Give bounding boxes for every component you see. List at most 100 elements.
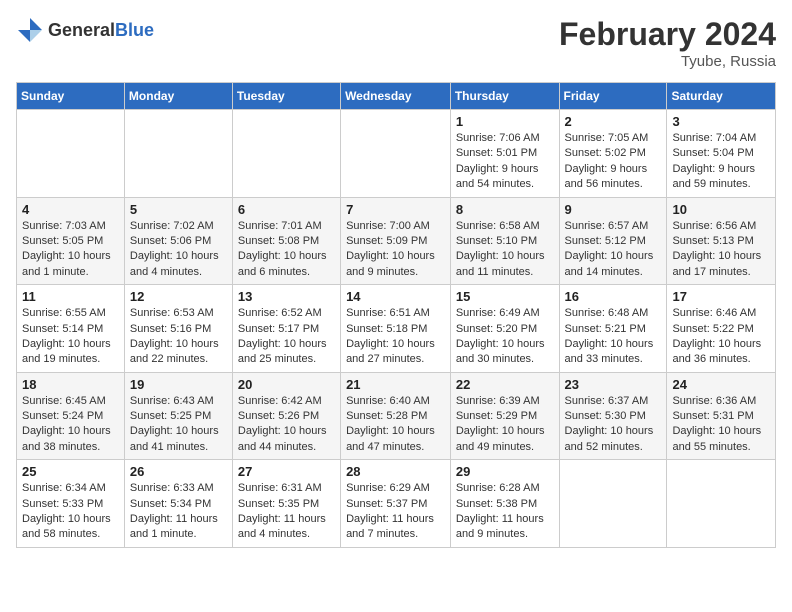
calendar-week-row: 25Sunrise: 6:34 AM Sunset: 5:33 PM Dayli… — [17, 460, 776, 548]
day-number: 19 — [130, 377, 227, 392]
day-detail: Sunrise: 6:57 AM Sunset: 5:12 PM Dayligh… — [565, 219, 662, 281]
calendar-cell: 14Sunrise: 6:51 AM Sunset: 5:18 PM Dayli… — [341, 285, 451, 373]
calendar-cell: 28 Sunrise: 6:29 AM Sunset: 5:37 PM Dayli… — [341, 460, 451, 548]
weekday-header: Sunday — [17, 83, 125, 110]
logo-icon — [16, 16, 44, 44]
day-number: 28 — [346, 464, 445, 479]
location-title: Tyube, Russia — [559, 53, 776, 70]
day-number: 12 — [130, 289, 227, 304]
calendar-cell: 26 Sunrise: 6:33 AM Sunset: 5:34 PM Dayli… — [124, 460, 232, 548]
calendar-cell: 6Sunrise: 7:01 AM Sunset: 5:08 PM Daylig… — [232, 197, 340, 285]
day-detail: Sunrise: 7:00 AM Sunset: 5:09 PM Dayligh… — [346, 219, 445, 281]
weekday-header: Thursday — [450, 83, 559, 110]
day-number: 7 — [346, 202, 445, 217]
day-detail: Sunrise: 6:28 AM Sunset: 5:38 PM Dayligh… — [456, 481, 554, 543]
day-number: 13 — [238, 289, 335, 304]
day-number: 24 — [672, 377, 770, 392]
day-number: 26 — [130, 464, 227, 479]
weekday-header: Monday — [124, 83, 232, 110]
page-header: GeneralBlue February 2024 Tyube, Russia — [16, 16, 776, 70]
day-detail: Sunrise: 6:31 AM Sunset: 5:35 PM Dayligh… — [238, 481, 335, 543]
day-detail: Sunrise: 6:48 AM Sunset: 5:21 PM Dayligh… — [565, 306, 662, 368]
calendar-cell: 2Sunrise: 7:05 AM Sunset: 5:02 PM Daylig… — [559, 110, 667, 198]
day-number: 16 — [565, 289, 662, 304]
day-detail: Sunrise: 6:46 AM Sunset: 5:22 PM Dayligh… — [672, 306, 770, 368]
calendar-cell: 5Sunrise: 7:02 AM Sunset: 5:06 PM Daylig… — [124, 197, 232, 285]
weekday-header: Tuesday — [232, 83, 340, 110]
calendar-cell: 12 Sunrise: 6:53 AM Sunset: 5:16 PM Dayli… — [124, 285, 232, 373]
calendar-cell: 27 Sunrise: 6:31 AM Sunset: 5:35 PM Dayli… — [232, 460, 340, 548]
calendar-cell — [232, 110, 340, 198]
calendar-cell: 1 Sunrise: 7:06 AM Sunset: 5:01 PM Daylig… — [450, 110, 559, 198]
weekday-header: Wednesday — [341, 83, 451, 110]
day-detail: Sunrise: 6:55 AM Sunset: 5:14 PM Dayligh… — [22, 306, 119, 368]
calendar-cell: 25Sunrise: 6:34 AM Sunset: 5:33 PM Dayli… — [17, 460, 125, 548]
calendar-cell — [17, 110, 125, 198]
weekday-header: Saturday — [667, 83, 776, 110]
calendar-week-row: 1 Sunrise: 7:06 AM Sunset: 5:01 PM Daylig… — [17, 110, 776, 198]
day-detail: Sunrise: 6:52 AM Sunset: 5:17 PM Dayligh… — [238, 306, 335, 368]
calendar-cell: 15Sunrise: 6:49 AM Sunset: 5:20 PM Dayli… — [450, 285, 559, 373]
calendar-cell: 7 Sunrise: 7:00 AM Sunset: 5:09 PM Daylig… — [341, 197, 451, 285]
calendar-cell: 11 Sunrise: 6:55 AM Sunset: 5:14 PM Dayli… — [17, 285, 125, 373]
day-number: 9 — [565, 202, 662, 217]
calendar-cell: 24 Sunrise: 6:36 AM Sunset: 5:31 PM Dayli… — [667, 372, 776, 460]
calendar-cell: 29Sunrise: 6:28 AM Sunset: 5:38 PM Dayli… — [450, 460, 559, 548]
weekday-header-row: SundayMondayTuesdayWednesdayThursdayFrid… — [17, 83, 776, 110]
day-detail: Sunrise: 6:51 AM Sunset: 5:18 PM Dayligh… — [346, 306, 445, 368]
day-number: 4 — [22, 202, 119, 217]
title-block: February 2024 Tyube, Russia — [559, 16, 776, 70]
calendar-cell — [667, 460, 776, 548]
logo: GeneralBlue — [16, 16, 154, 44]
day-number: 11 — [22, 289, 119, 304]
day-number: 1 — [456, 114, 554, 129]
calendar-cell — [341, 110, 451, 198]
day-detail: Sunrise: 6:58 AM Sunset: 5:10 PM Dayligh… — [456, 219, 554, 281]
calendar-cell — [124, 110, 232, 198]
day-detail: Sunrise: 6:37 AM Sunset: 5:30 PM Dayligh… — [565, 394, 662, 456]
calendar-cell: 3Sunrise: 7:04 AM Sunset: 5:04 PM Daylig… — [667, 110, 776, 198]
month-title: February 2024 — [559, 16, 776, 53]
day-detail: Sunrise: 6:56 AM Sunset: 5:13 PM Dayligh… — [672, 219, 770, 281]
day-number: 18 — [22, 377, 119, 392]
day-number: 21 — [346, 377, 445, 392]
day-number: 15 — [456, 289, 554, 304]
calendar-cell: 9 Sunrise: 6:57 AM Sunset: 5:12 PM Daylig… — [559, 197, 667, 285]
calendar-cell: 22Sunrise: 6:39 AM Sunset: 5:29 PM Dayli… — [450, 372, 559, 460]
day-number: 23 — [565, 377, 662, 392]
calendar-cell: 19 Sunrise: 6:43 AM Sunset: 5:25 PM Dayli… — [124, 372, 232, 460]
calendar-cell: 17 Sunrise: 6:46 AM Sunset: 5:22 PM Dayli… — [667, 285, 776, 373]
day-detail: Sunrise: 7:06 AM Sunset: 5:01 PM Dayligh… — [456, 131, 554, 193]
calendar-cell: 21Sunrise: 6:40 AM Sunset: 5:28 PM Dayli… — [341, 372, 451, 460]
day-number: 10 — [672, 202, 770, 217]
day-number: 8 — [456, 202, 554, 217]
day-detail: Sunrise: 7:03 AM Sunset: 5:05 PM Dayligh… — [22, 219, 119, 281]
day-detail: Sunrise: 6:36 AM Sunset: 5:31 PM Dayligh… — [672, 394, 770, 456]
day-detail: Sunrise: 7:04 AM Sunset: 5:04 PM Dayligh… — [672, 131, 770, 193]
day-detail: Sunrise: 6:53 AM Sunset: 5:16 PM Dayligh… — [130, 306, 227, 368]
calendar-cell: 23 Sunrise: 6:37 AM Sunset: 5:30 PM Dayli… — [559, 372, 667, 460]
calendar-cell: 16 Sunrise: 6:48 AM Sunset: 5:21 PM Dayli… — [559, 285, 667, 373]
day-detail: Sunrise: 6:42 AM Sunset: 5:26 PM Dayligh… — [238, 394, 335, 456]
day-detail: Sunrise: 6:29 AM Sunset: 5:37 PM Dayligh… — [346, 481, 445, 543]
logo-blue: Blue — [115, 20, 154, 40]
day-detail: Sunrise: 6:39 AM Sunset: 5:29 PM Dayligh… — [456, 394, 554, 456]
calendar-cell: 20 Sunrise: 6:42 AM Sunset: 5:26 PM Dayli… — [232, 372, 340, 460]
day-number: 5 — [130, 202, 227, 217]
day-number: 25 — [22, 464, 119, 479]
calendar-cell: 8 Sunrise: 6:58 AM Sunset: 5:10 PM Daylig… — [450, 197, 559, 285]
day-number: 17 — [672, 289, 770, 304]
calendar-cell: 13 Sunrise: 6:52 AM Sunset: 5:17 PM Dayli… — [232, 285, 340, 373]
calendar-cell — [559, 460, 667, 548]
day-number: 20 — [238, 377, 335, 392]
calendar-cell: 18 Sunrise: 6:45 AM Sunset: 5:24 PM Dayli… — [17, 372, 125, 460]
weekday-header: Friday — [559, 83, 667, 110]
calendar-week-row: 4 Sunrise: 7:03 AM Sunset: 5:05 PM Daylig… — [17, 197, 776, 285]
day-number: 27 — [238, 464, 335, 479]
day-detail: Sunrise: 6:43 AM Sunset: 5:25 PM Dayligh… — [130, 394, 227, 456]
logo-general: General — [48, 20, 115, 40]
day-detail: Sunrise: 6:45 AM Sunset: 5:24 PM Dayligh… — [22, 394, 119, 456]
calendar-table: SundayMondayTuesdayWednesdayThursdayFrid… — [16, 82, 776, 548]
day-detail: Sunrise: 7:05 AM Sunset: 5:02 PM Dayligh… — [565, 131, 662, 193]
day-detail: Sunrise: 6:33 AM Sunset: 5:34 PM Dayligh… — [130, 481, 227, 543]
